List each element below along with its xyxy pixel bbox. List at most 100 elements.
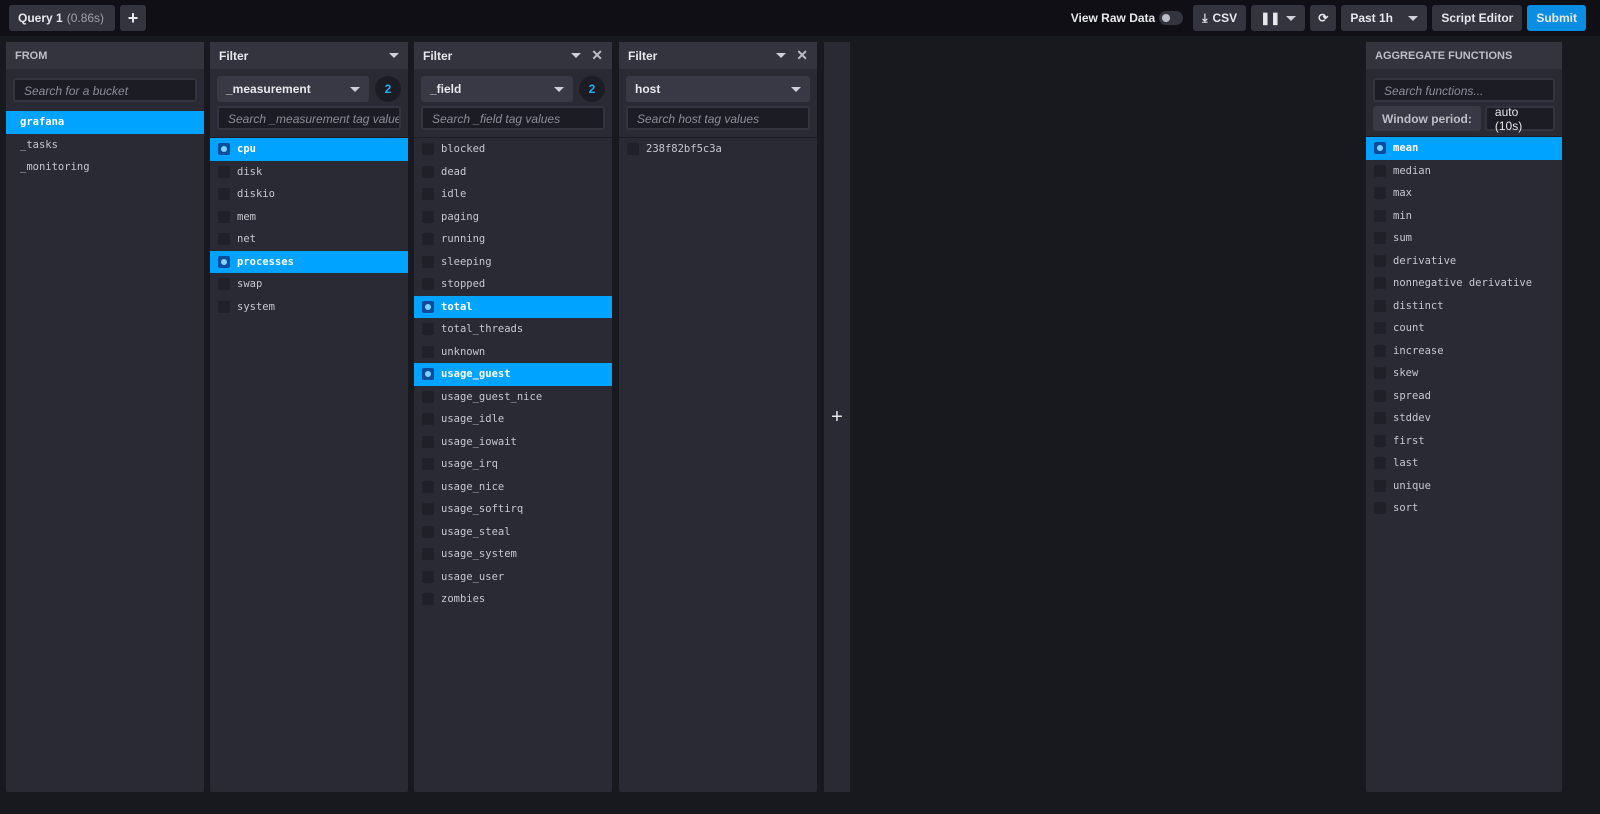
- list-item[interactable]: distinct: [1366, 295, 1562, 318]
- query-tab[interactable]: Query 1 (0.86s): [9, 5, 115, 31]
- list-item[interactable]: _monitoring: [6, 156, 204, 179]
- tag-values-search-input[interactable]: Search _field tag values: [421, 106, 605, 130]
- checkbox[interactable]: [1374, 412, 1386, 425]
- list-item[interactable]: derivative: [1366, 250, 1562, 273]
- function-search-input[interactable]: Search functions...: [1373, 78, 1555, 102]
- checkbox[interactable]: [422, 570, 434, 583]
- list-item[interactable]: unique: [1366, 475, 1562, 498]
- list-item[interactable]: net: [210, 228, 408, 251]
- list-item[interactable]: usage_irq: [414, 453, 612, 476]
- checkbox[interactable]: [1374, 502, 1386, 515]
- checkbox[interactable]: [1374, 254, 1386, 267]
- checkbox[interactable]: [422, 368, 434, 381]
- list-item[interactable]: stddev: [1366, 407, 1562, 430]
- checkbox[interactable]: [422, 233, 434, 246]
- tag-key-dropdown[interactable]: _measurement: [217, 76, 369, 102]
- checkbox[interactable]: [422, 143, 434, 156]
- checkbox[interactable]: [422, 188, 434, 201]
- checkbox[interactable]: [422, 278, 434, 291]
- list-item[interactable]: mean: [1366, 137, 1562, 160]
- list-item[interactable]: usage_system: [414, 543, 612, 566]
- checkbox[interactable]: [1374, 457, 1386, 470]
- checkbox[interactable]: [422, 413, 434, 426]
- checkbox[interactable]: [1374, 232, 1386, 245]
- checkbox[interactable]: [422, 345, 434, 358]
- checkbox[interactable]: [218, 165, 230, 178]
- list-item[interactable]: usage_idle: [414, 408, 612, 431]
- checkbox[interactable]: [218, 143, 230, 156]
- checkbox[interactable]: [422, 165, 434, 178]
- checkbox[interactable]: [1374, 322, 1386, 335]
- time-range-dropdown[interactable]: Past 1h: [1341, 5, 1428, 31]
- refresh-button[interactable]: ⟳: [1310, 5, 1337, 31]
- checkbox[interactable]: [1374, 434, 1386, 447]
- checkbox[interactable]: [218, 278, 230, 291]
- list-item[interactable]: total: [414, 295, 612, 318]
- checkbox[interactable]: [1374, 142, 1386, 155]
- checkbox[interactable]: [1374, 299, 1386, 312]
- checkbox[interactable]: [1374, 344, 1386, 357]
- checkbox[interactable]: [422, 210, 434, 223]
- checkbox[interactable]: [422, 255, 434, 268]
- list-item[interactable]: spread: [1366, 385, 1562, 408]
- tag-values-search-input[interactable]: Search host tag values: [626, 106, 810, 130]
- list-item[interactable]: unknown: [414, 341, 612, 364]
- list-item[interactable]: sort: [1366, 497, 1562, 520]
- checkbox[interactable]: [1374, 277, 1386, 290]
- list-item[interactable]: usage_softirq: [414, 498, 612, 521]
- list-item[interactable]: mem: [210, 206, 408, 229]
- add-query-button[interactable]: +: [120, 5, 146, 31]
- chevron-down-icon[interactable]: [776, 53, 787, 58]
- checkbox[interactable]: [218, 188, 230, 201]
- list-item[interactable]: idle: [414, 183, 612, 206]
- checkbox[interactable]: [1374, 187, 1386, 200]
- list-item[interactable]: _tasks: [6, 134, 204, 157]
- list-item[interactable]: processes: [210, 250, 408, 273]
- list-item[interactable]: disk: [210, 161, 408, 184]
- chevron-down-icon[interactable]: [571, 53, 582, 58]
- list-item[interactable]: median: [1366, 160, 1562, 183]
- csv-button[interactable]: ⤓ CSV: [1193, 5, 1247, 31]
- tag-key-dropdown[interactable]: host: [626, 76, 810, 102]
- list-item[interactable]: grafana: [6, 111, 204, 134]
- list-item[interactable]: running: [414, 228, 612, 251]
- list-item[interactable]: 238f82bf5c3a: [619, 138, 817, 161]
- list-item[interactable]: stopped: [414, 273, 612, 296]
- chevron-down-icon[interactable]: [389, 53, 399, 58]
- list-item[interactable]: count: [1366, 317, 1562, 340]
- checkbox[interactable]: [218, 300, 230, 313]
- list-item[interactable]: usage_steal: [414, 521, 612, 544]
- checkbox[interactable]: [218, 233, 230, 246]
- list-item[interactable]: swap: [210, 273, 408, 296]
- checkbox[interactable]: [1374, 164, 1386, 177]
- checkbox[interactable]: [218, 210, 230, 223]
- pause-dropdown[interactable]: ❚❚: [1251, 5, 1306, 31]
- checkbox[interactable]: [422, 503, 434, 516]
- checkbox[interactable]: [627, 143, 639, 156]
- tag-values-search-input[interactable]: Search _measurement tag values: [217, 106, 401, 130]
- checkbox[interactable]: [422, 548, 434, 561]
- list-item[interactable]: usage_user: [414, 566, 612, 589]
- submit-button[interactable]: Submit: [1527, 5, 1586, 31]
- checkbox[interactable]: [422, 458, 434, 471]
- list-item[interactable]: sum: [1366, 227, 1562, 250]
- checkbox[interactable]: [1374, 479, 1386, 492]
- list-item[interactable]: nonnegative derivative: [1366, 272, 1562, 295]
- checkbox[interactable]: [422, 435, 434, 448]
- list-item[interactable]: first: [1366, 430, 1562, 453]
- tag-key-dropdown[interactable]: _field: [421, 76, 573, 102]
- list-item[interactable]: increase: [1366, 340, 1562, 363]
- list-item[interactable]: system: [210, 296, 408, 319]
- list-item[interactable]: paging: [414, 206, 612, 229]
- list-item[interactable]: usage_guest: [414, 363, 612, 386]
- list-item[interactable]: usage_iowait: [414, 431, 612, 454]
- list-item[interactable]: last: [1366, 452, 1562, 475]
- list-item[interactable]: total_threads: [414, 318, 612, 341]
- checkbox[interactable]: [1374, 389, 1386, 402]
- checkbox[interactable]: [422, 390, 434, 403]
- checkbox[interactable]: [422, 300, 434, 313]
- checkbox[interactable]: [218, 255, 230, 268]
- checkbox[interactable]: [422, 593, 434, 606]
- add-filter-button[interactable]: +: [824, 42, 850, 792]
- window-period-input[interactable]: auto (10s): [1484, 105, 1555, 133]
